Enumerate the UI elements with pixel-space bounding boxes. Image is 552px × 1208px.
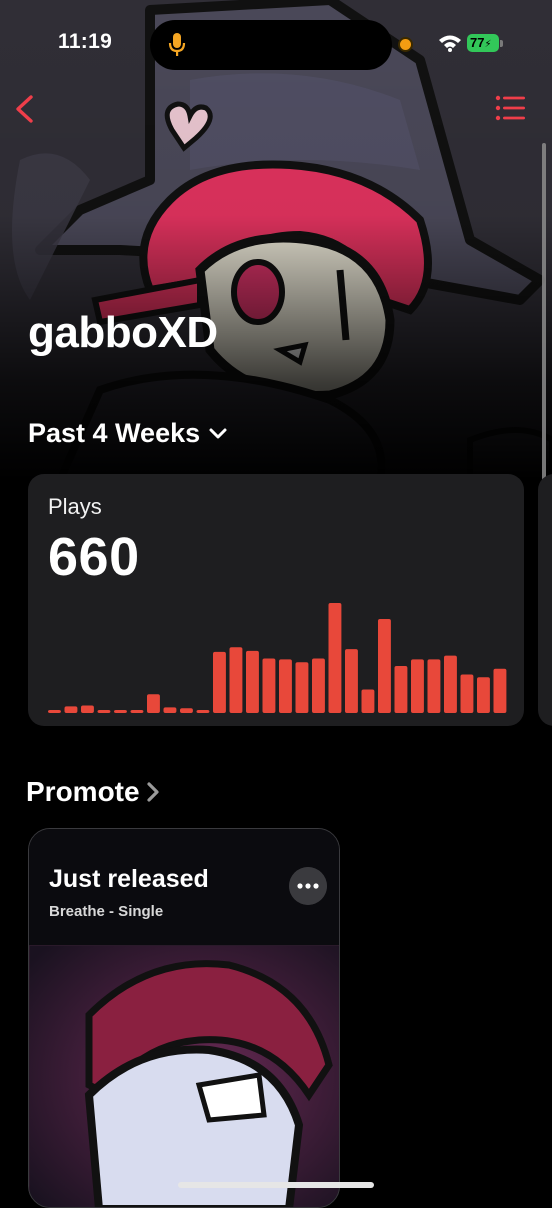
chart-bar xyxy=(460,674,474,713)
plays-chart xyxy=(48,603,507,713)
chart-bar xyxy=(427,659,441,713)
ellipsis-icon xyxy=(297,883,319,889)
chart-bar xyxy=(295,662,309,713)
chart-bar xyxy=(312,658,325,713)
chart-bar xyxy=(213,651,226,713)
privacy-indicator-icon xyxy=(400,39,411,50)
promote-header[interactable]: Promote xyxy=(26,776,160,808)
promo-card-subtitle: Breathe - Single xyxy=(49,903,164,920)
period-selector[interactable]: Past 4 Weeks xyxy=(28,418,228,449)
more-options-button[interactable] xyxy=(289,867,327,905)
chart-bar xyxy=(163,707,177,713)
chart-bar xyxy=(493,668,507,713)
chart-bar xyxy=(361,689,375,713)
chart-bar xyxy=(279,659,292,713)
promo-card-header: Just released Breathe - Single xyxy=(29,829,339,945)
next-stats-card[interactable] xyxy=(538,474,552,726)
promote-title: Promote xyxy=(26,776,140,807)
chart-bar xyxy=(378,619,391,713)
period-label: Past 4 Weeks xyxy=(28,418,201,448)
chart-bar xyxy=(477,677,490,713)
status-bar: 11:19 77⚡ xyxy=(0,0,552,90)
battery-cap-icon xyxy=(500,40,503,47)
chart-bar xyxy=(262,658,276,713)
artist-name: gabboXD xyxy=(28,308,218,357)
chart-bar xyxy=(114,710,127,713)
chart-bar xyxy=(81,705,94,713)
list-menu-button[interactable] xyxy=(494,94,528,122)
chart-bar xyxy=(444,655,457,713)
chevron-right-icon xyxy=(146,782,159,802)
chevron-down-icon xyxy=(209,428,227,438)
plays-card[interactable]: Plays 660 xyxy=(28,474,524,726)
chart-bar xyxy=(180,708,193,713)
list-icon xyxy=(495,95,525,121)
chart-bar xyxy=(48,710,61,713)
chart-bar xyxy=(246,650,259,713)
dynamic-island xyxy=(150,20,392,70)
back-button[interactable] xyxy=(10,92,40,126)
promo-card[interactable]: Just released Breathe - Single xyxy=(28,828,340,1208)
chart-bar xyxy=(229,647,243,713)
status-time: 11:19 xyxy=(58,30,113,53)
home-indicator[interactable] xyxy=(178,1182,374,1188)
chart-bar xyxy=(64,706,78,713)
battery-level: 77⚡ xyxy=(467,34,499,52)
chart-bar xyxy=(394,666,408,713)
chevron-left-icon xyxy=(16,95,33,123)
chart-bar xyxy=(147,694,160,713)
chart-bar xyxy=(130,710,144,713)
chart-bar xyxy=(345,649,358,713)
release-artwork xyxy=(29,945,339,1207)
chart-bar xyxy=(196,710,210,713)
promo-card-title: Just released xyxy=(49,865,209,893)
chart-bar xyxy=(97,710,111,713)
chart-bar xyxy=(411,659,424,713)
microphone-icon xyxy=(168,33,186,56)
wifi-icon xyxy=(439,35,461,52)
chart-bar xyxy=(328,603,342,713)
